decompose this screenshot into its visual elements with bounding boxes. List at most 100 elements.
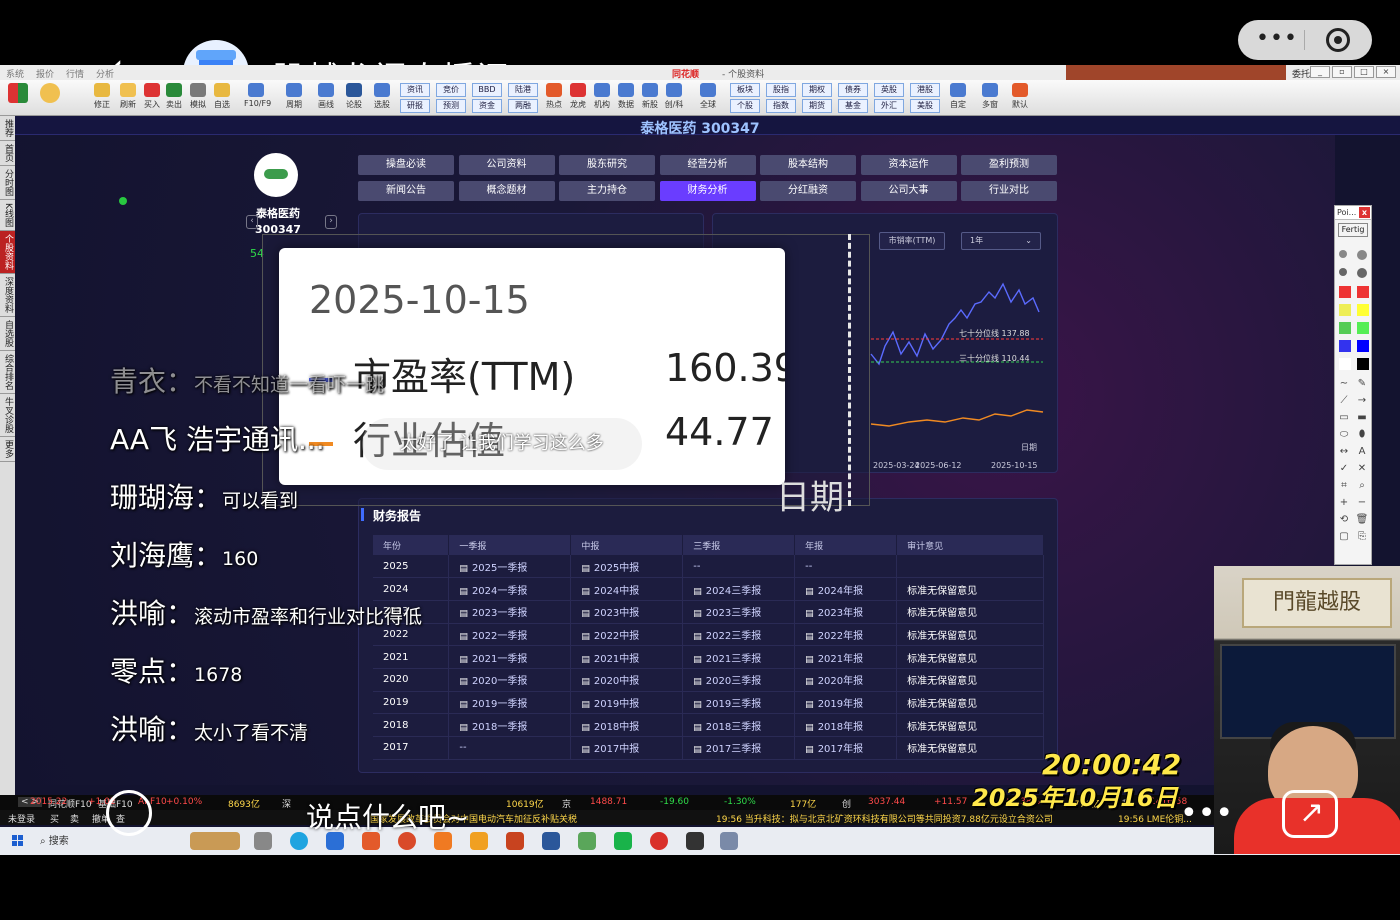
toolbar-button[interactable]: 选股	[370, 83, 394, 110]
toolbar-dual-button[interactable]: 陆港 两融	[508, 83, 538, 115]
report-link[interactable]: 2024年报	[794, 577, 898, 601]
curve-tool-icon[interactable]: ∼	[1337, 378, 1351, 389]
app-grid-icon[interactable]	[6, 83, 30, 105]
more-dots-icon[interactable]: •••	[1180, 796, 1233, 831]
zoom-in-icon[interactable]: +	[1337, 497, 1351, 508]
toolbar-dual-button[interactable]: 股指 指数	[766, 83, 796, 115]
report-link[interactable]: 2022一季报	[448, 623, 572, 647]
color-swatch[interactable]	[1357, 268, 1367, 278]
color-swatch[interactable]	[1339, 286, 1351, 298]
report-link[interactable]: 2025一季报	[448, 555, 572, 579]
zoom-out-icon[interactable]: −	[1355, 497, 1369, 508]
toolbar-button[interactable]: 刷新	[116, 83, 140, 110]
toolbar-dual-button[interactable]: 板块 个股	[730, 83, 760, 115]
toolbar-button[interactable]: 创/科	[662, 83, 686, 110]
toolbar-dual-label[interactable]: 资讯	[400, 83, 430, 97]
color-swatch[interactable]	[1339, 340, 1351, 352]
toolbar-button[interactable]: F10/F9	[244, 83, 271, 108]
report-link[interactable]: 2023三季报	[682, 600, 796, 624]
news-item[interactable]: 19:56 当升科技：拟与北京北矿资环科技有限公司等共同投资7.88亿元设立合资…	[716, 812, 1053, 825]
buy-link[interactable]: 买	[50, 812, 59, 825]
toolbar-dual-label[interactable]: 美股	[910, 99, 940, 113]
report-link[interactable]: 2021年报	[794, 645, 898, 669]
f10-tab[interactable]: 分红融资	[760, 181, 856, 201]
f10-tab[interactable]: 财务分析	[659, 181, 756, 201]
wechat-icon[interactable]	[614, 832, 632, 850]
report-link[interactable]: 2020三季报	[682, 668, 796, 692]
close-target-icon[interactable]	[1326, 28, 1350, 52]
toolbar-button[interactable]: 多窗	[978, 83, 1002, 110]
prev-stock-button[interactable]: ‹	[246, 215, 258, 229]
f10-tab[interactable]: 行业对比	[961, 181, 1057, 201]
color-swatch[interactable]	[1339, 304, 1351, 316]
taskbar-thumbnail[interactable]	[190, 832, 240, 850]
f10-tab[interactable]: 公司资料	[458, 155, 555, 175]
report-link[interactable]: 2022中报	[570, 623, 684, 647]
close-icon[interactable]: ×	[1376, 66, 1396, 78]
toolbar-dual-button[interactable]: 英股 外汇	[874, 83, 904, 115]
f10-tab[interactable]: 新闻公告	[358, 181, 454, 201]
color-swatch[interactable]	[1357, 340, 1369, 352]
report-link[interactable]: 2023一季报	[448, 600, 572, 624]
toolbar-dual-label[interactable]: 资金	[472, 99, 502, 113]
toolbar-dual-label[interactable]: 股指	[766, 83, 796, 97]
toolbar-dual-label[interactable]: 陆港	[508, 83, 538, 97]
toolbar-dual-button[interactable]: 债券 基金	[838, 83, 868, 115]
rect-tool-icon[interactable]: ▭	[1337, 412, 1351, 423]
trash-icon[interactable]: 🗑	[1355, 514, 1369, 525]
report-link[interactable]: 2018三季报	[682, 713, 796, 737]
color-swatch[interactable]	[1339, 250, 1347, 258]
report-link[interactable]: 2019年报	[794, 691, 898, 715]
toolbar-dual-label[interactable]: 外汇	[874, 99, 904, 113]
toolbar-dual-label[interactable]: 债券	[838, 83, 868, 97]
report-link[interactable]: 2021中报	[570, 645, 684, 669]
color-swatch[interactable]	[1339, 268, 1347, 276]
report-link[interactable]: 2017中报	[570, 736, 684, 760]
share-icon[interactable]	[1282, 790, 1338, 838]
toolbar-dual-label[interactable]: 研报	[400, 99, 430, 113]
app-icon[interactable]	[470, 832, 488, 850]
report-link[interactable]: 2018年报	[794, 713, 898, 737]
undo-icon[interactable]: ⟲	[1337, 514, 1351, 525]
menu-item[interactable]: 分析	[96, 67, 114, 80]
report-link[interactable]: 2025中报	[570, 555, 684, 579]
double-arrow-tool-icon[interactable]: ↔	[1337, 446, 1351, 457]
color-swatch[interactable]	[1357, 322, 1369, 334]
toolbar-dual-button[interactable]: 期权 期货	[802, 83, 832, 115]
toolbar-dual-button[interactable]: 港股 美股	[910, 83, 940, 115]
restore-icon[interactable]: ▫	[1332, 66, 1352, 78]
toolbar-button[interactable]: 买入	[140, 83, 164, 110]
report-link[interactable]: 2020年报	[794, 668, 898, 692]
comment-input[interactable]: 说点什么吧~	[306, 796, 469, 836]
toolbar-button[interactable]: 周期	[282, 83, 306, 110]
toolbar-button[interactable]: 默认	[1008, 83, 1032, 110]
toolbar-button[interactable]: 全球	[696, 83, 720, 110]
f10-tab[interactable]: 股本结构	[760, 155, 856, 175]
f10-tab[interactable]: 盈利预测	[961, 155, 1057, 175]
menu-item[interactable]: 行情	[66, 67, 84, 80]
login-status[interactable]: 未登录	[8, 812, 35, 825]
toolbar-dual-label[interactable]: BBD	[472, 83, 502, 97]
toolbar-button[interactable]: 自选	[210, 83, 234, 110]
fertig-button[interactable]: Fertig	[1338, 223, 1368, 237]
app-icon[interactable]	[686, 832, 704, 850]
report-link[interactable]: 2018一季报	[448, 713, 572, 737]
f10-tab[interactable]: 经营分析	[659, 155, 756, 175]
color-swatch[interactable]	[1357, 358, 1369, 370]
toolbar-dual-label[interactable]: 基金	[838, 99, 868, 113]
f10-tab[interactable]: 股东研究	[559, 155, 655, 175]
f10-tab[interactable]: 操盘必读	[358, 155, 454, 175]
toolbar-button[interactable]: 新股	[638, 83, 662, 110]
toolbar-dual-label[interactable]: 预测	[436, 99, 466, 113]
taskbar-search[interactable]: ⌕ 搜索	[40, 832, 180, 851]
menu-item[interactable]: 报价	[36, 67, 54, 80]
report-link[interactable]: 2023年报	[794, 600, 898, 624]
report-link[interactable]: 2021一季报	[448, 645, 572, 669]
toolbar-button[interactable]: 机构	[590, 83, 614, 110]
toolbar-button[interactable]: 论股	[342, 83, 366, 110]
color-swatch[interactable]	[1339, 358, 1351, 370]
toolbar-dual-label[interactable]: 期权	[802, 83, 832, 97]
line-tool-icon[interactable]: ⟋	[1337, 395, 1351, 406]
toolbar-button[interactable]: 龙虎	[566, 83, 590, 110]
report-link[interactable]: 2019中报	[570, 691, 684, 715]
